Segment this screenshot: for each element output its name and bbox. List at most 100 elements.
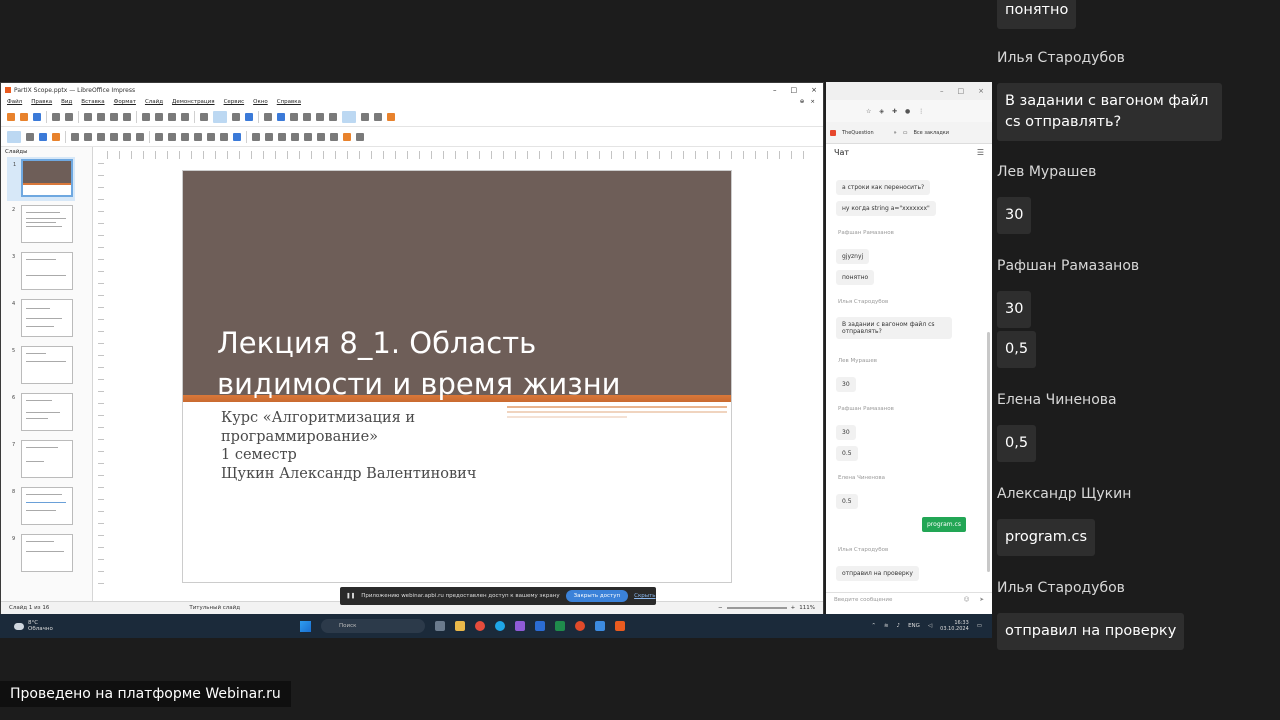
send-icon[interactable]: ➤ [979, 597, 984, 604]
chevron-up-icon[interactable]: ⌃ [871, 623, 876, 629]
grid-icon[interactable] [200, 112, 208, 121]
find-icon[interactable] [168, 112, 176, 121]
copy-icon[interactable] [97, 112, 105, 121]
slide-thumbnail[interactable]: 6 [12, 393, 73, 431]
block-arrows-icon[interactable] [181, 132, 189, 141]
task-view-icon[interactable] [435, 621, 445, 631]
stop-sharing-button[interactable]: Закрыть доступ [565, 590, 629, 602]
chat-bubble[interactable]: program.cs [997, 519, 1096, 556]
menu-slide[interactable]: Слайд [145, 99, 163, 105]
fontwork-icon[interactable] [329, 112, 337, 121]
slide-thumbnail[interactable]: 8 [12, 487, 73, 525]
save-icon[interactable] [33, 112, 41, 121]
taskbar-clock[interactable]: 16:33 03.10.2024 [940, 620, 969, 632]
all-bookmarks[interactable]: Все закладки [913, 130, 949, 136]
speaker-icon[interactable]: ◁ [928, 623, 932, 629]
filter-icon[interactable] [330, 132, 338, 141]
menu-slideshow[interactable]: Демонстрация [172, 99, 215, 105]
fill-color-icon[interactable] [52, 132, 60, 141]
slide-thumbnail[interactable]: 7 [12, 440, 73, 478]
excel-icon[interactable] [555, 621, 565, 631]
open-icon[interactable] [20, 112, 28, 121]
clone-icon[interactable] [123, 112, 131, 121]
more-icon[interactable]: ⋮ [918, 108, 924, 115]
menu-help[interactable]: Справка [277, 99, 301, 105]
redo-icon[interactable] [155, 112, 163, 121]
menu-file[interactable]: Файл [7, 99, 22, 105]
bookmark-thequestion[interactable]: TheQuestion [842, 130, 874, 136]
menu-view[interactable]: Вид [61, 99, 72, 105]
basic-shapes-icon[interactable] [155, 132, 163, 141]
profile-icon[interactable]: ● [905, 108, 910, 115]
weather-widget[interactable]: 8°C Облачно [0, 620, 300, 632]
chevron-right-icon[interactable]: » [894, 130, 897, 136]
current-slide[interactable]: Лекция 8_1. Область видимости и время жи… [183, 171, 731, 582]
slide-thumbnail[interactable]: 5 [12, 346, 73, 384]
hamburger-icon[interactable]: ☰ [977, 148, 984, 157]
align-icon[interactable] [265, 132, 273, 141]
globe-icon[interactable]: ⊕ [800, 99, 805, 105]
platform-badge[interactable]: Проведено на платформе Webinar.ru [0, 681, 291, 707]
header-footer-icon[interactable] [374, 112, 382, 121]
minimize-icon[interactable]: – [940, 87, 944, 95]
slide-thumbnail[interactable]: 2 [12, 205, 73, 243]
line-color-icon[interactable] [39, 132, 47, 141]
comment-icon[interactable] [361, 112, 369, 121]
sidebar-toggle-icon[interactable] [387, 112, 395, 121]
curve-icon[interactable] [123, 132, 131, 141]
slide-thumbnail[interactable]: 3 [12, 252, 73, 290]
distribute-icon[interactable] [291, 132, 299, 141]
menu-edit[interactable]: Правка [31, 99, 52, 105]
edge-icon[interactable] [495, 621, 505, 631]
callouts-icon[interactable] [207, 132, 215, 141]
zoom-slider[interactable] [726, 607, 787, 609]
browser-scrollbar[interactable] [987, 332, 990, 572]
new-icon[interactable] [7, 112, 15, 121]
zoom-out-icon[interactable]: − [718, 605, 723, 611]
chat-file-message[interactable]: program.cs [922, 517, 966, 532]
image-icon[interactable] [277, 112, 285, 121]
ellipse-icon[interactable] [97, 132, 105, 141]
spelling-icon[interactable] [181, 112, 189, 121]
emoji-icon[interactable]: ☺ [964, 597, 970, 604]
select-icon[interactable] [7, 130, 21, 143]
zoom-icon[interactable] [26, 132, 34, 141]
shadow-icon[interactable] [304, 132, 312, 141]
connector-icon[interactable] [136, 132, 144, 141]
slide-title[interactable]: Лекция 8_1. Область видимости и время жи… [217, 323, 697, 405]
arrow-icon[interactable] [110, 132, 118, 141]
3d-objects-icon[interactable] [233, 132, 241, 141]
rectangle-icon[interactable] [84, 132, 92, 141]
file-explorer-icon[interactable] [455, 621, 465, 631]
hide-notice-link[interactable]: Скрыть [634, 593, 655, 599]
symbol-shapes-icon[interactable] [168, 132, 176, 141]
maximize-icon[interactable]: □ [791, 86, 798, 94]
start-slideshow-icon[interactable] [245, 112, 253, 121]
close-doc-icon[interactable]: × [810, 99, 815, 105]
windows-start-icon[interactable] [300, 620, 311, 632]
slide-thumbnail[interactable]: 9 [12, 534, 73, 572]
textbox-icon[interactable] [303, 112, 311, 121]
slide-subtitle[interactable]: Курс «Алгоритмизация и программирование»… [221, 409, 661, 483]
puzzle-icon[interactable]: ✚ [892, 108, 897, 115]
special-char-icon[interactable] [316, 112, 324, 121]
close-icon[interactable]: × [978, 87, 984, 95]
menu-tools[interactable]: Сервис [224, 99, 245, 105]
maximize-icon[interactable]: □ [958, 87, 965, 95]
microphone-icon[interactable]: ♪ [897, 623, 901, 629]
wifi-icon[interactable]: ≋ [884, 623, 889, 629]
print-icon[interactable] [65, 112, 73, 121]
undo-icon[interactable] [142, 112, 150, 121]
table-icon[interactable] [264, 112, 272, 121]
language-indicator[interactable]: ENG [908, 623, 920, 629]
paste-icon[interactable] [110, 112, 118, 121]
slide-thumbnail[interactable]: 4 [12, 299, 73, 337]
points-icon[interactable] [343, 132, 351, 141]
export-pdf-icon[interactable] [52, 112, 60, 121]
stars-icon[interactable] [220, 132, 228, 141]
menu-insert[interactable]: Вставка [81, 99, 104, 105]
arrange-icon[interactable] [278, 132, 286, 141]
close-icon[interactable]: × [811, 86, 817, 94]
glue-icon[interactable] [356, 132, 364, 141]
slide-thumbnail[interactable]: 1 [13, 159, 73, 197]
